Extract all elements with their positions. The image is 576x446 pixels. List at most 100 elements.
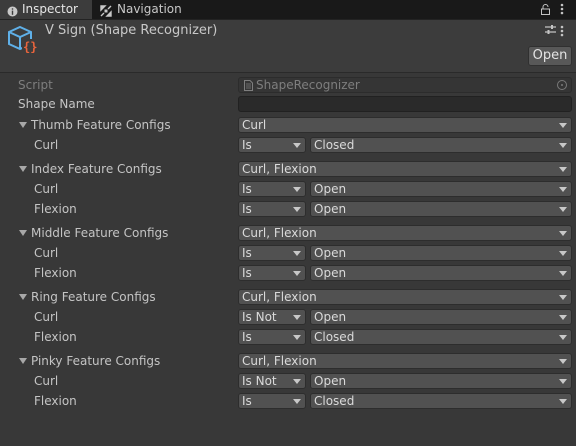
chevron-down-icon (559, 143, 567, 148)
preset-settings-icon[interactable] (545, 24, 556, 38)
foldout-arrow-icon[interactable] (19, 294, 27, 300)
dropdown-value: Curl (242, 118, 267, 132)
thumb-curl-mode-dropdown[interactable]: Is (238, 137, 306, 153)
tab-inspector[interactable]: Inspector (0, 0, 92, 19)
chevron-down-icon (559, 187, 567, 192)
feature-label: Curl (34, 310, 59, 324)
feature-label: Flexion (34, 266, 77, 280)
index-curl-mode-dropdown[interactable]: Is (238, 181, 306, 197)
chevron-down-icon (293, 399, 301, 404)
index-feature-configs-label: Index Feature Configs (31, 162, 162, 176)
chevron-down-icon (293, 271, 301, 276)
chevron-down-icon (559, 295, 567, 300)
script-row: Script ShapeRecognizer (0, 75, 576, 95)
dropdown-value: Closed (314, 394, 355, 408)
ring-flexion-state-dropdown[interactable]: Closed (310, 329, 572, 345)
middle-feature-configs-row[interactable]: Middle Feature Configs Curl, Flexion (0, 223, 576, 243)
index-flexion-mode-dropdown[interactable]: Is (238, 201, 306, 217)
pinky-curl-mode-dropdown[interactable]: Is Not (238, 373, 306, 389)
shape-name-row: Shape Name (0, 94, 576, 114)
dropdown-value: Open (314, 246, 347, 260)
chevron-down-icon (559, 335, 567, 340)
object-title: V Sign (Shape Recognizer) (45, 23, 218, 38)
script-label: Script (18, 78, 53, 92)
dropdown-value: Is Not (242, 374, 277, 388)
dropdown-value: Is (242, 330, 252, 344)
foldout-arrow-icon[interactable] (19, 358, 27, 364)
middle-flexion-mode-dropdown[interactable]: Is (238, 265, 306, 281)
dropdown-value: Open (314, 182, 347, 196)
middle-curl-mode-dropdown[interactable]: Is (238, 245, 306, 261)
thumb-feature-configs-label: Thumb Feature Configs (31, 118, 171, 132)
pinky-flexion-state-dropdown[interactable]: Closed (310, 393, 572, 409)
feature-label: Flexion (34, 202, 77, 216)
dropdown-value: Is Not (242, 310, 277, 324)
lock-icon[interactable] (541, 0, 550, 19)
index-features-mask-dropdown[interactable]: Curl, Flexion (238, 161, 572, 177)
ring-flexion-row: Flexion Is Closed (0, 327, 576, 347)
dropdown-value: Is (242, 202, 252, 216)
dropdown-value: Open (314, 202, 347, 216)
pinky-feature-configs-row[interactable]: Pinky Feature Configs Curl, Flexion (0, 351, 576, 371)
ring-curl-mode-dropdown[interactable]: Is Not (238, 309, 306, 325)
feature-label: Curl (34, 246, 59, 260)
index-feature-configs-row[interactable]: Index Feature Configs Curl, Flexion (0, 159, 576, 179)
middle-flexion-row: Flexion Is Open (0, 263, 576, 283)
script-file-icon (244, 80, 253, 94)
chevron-down-icon (293, 315, 301, 320)
dropdown-value: Curl, Flexion (242, 354, 317, 368)
tab-label: Navigation (117, 2, 182, 16)
dropdown-value: Curl, Flexion (242, 162, 317, 176)
pinky-features-mask-dropdown[interactable]: Curl, Flexion (238, 353, 572, 369)
index-flexion-row: Flexion Is Open (0, 199, 576, 219)
chevron-down-icon (293, 207, 301, 212)
pinky-feature-configs-label: Pinky Feature Configs (31, 354, 161, 368)
dropdown-value: Is (242, 394, 252, 408)
pinky-flexion-mode-dropdown[interactable]: Is (238, 393, 306, 409)
dropdown-value: Is (242, 266, 252, 280)
foldout-arrow-icon[interactable] (19, 166, 27, 172)
script-value: ShapeRecognizer (256, 78, 360, 92)
chevron-down-icon (559, 315, 567, 320)
chevron-down-icon (559, 231, 567, 236)
middle-curl-state-dropdown[interactable]: Open (310, 245, 572, 261)
feature-label: Curl (34, 138, 59, 152)
dropdown-value: Closed (314, 138, 355, 152)
ring-curl-row: Curl Is Not Open (0, 307, 576, 327)
open-button[interactable]: Open (528, 46, 572, 66)
tab-navigation[interactable]: Navigation (93, 0, 193, 19)
chevron-down-icon (559, 399, 567, 404)
index-flexion-state-dropdown[interactable]: Open (310, 201, 572, 217)
ring-curl-state-dropdown[interactable]: Open (310, 309, 572, 325)
thumb-features-mask-dropdown[interactable]: Curl (238, 117, 572, 133)
index-curl-state-dropdown[interactable]: Open (310, 181, 572, 197)
inspector-header: {} V Sign (Shape Recognizer) Open (0, 20, 576, 73)
scriptable-object-icon: {} (7, 25, 39, 58)
more-options-icon[interactable] (560, 0, 564, 19)
ring-feature-configs-row[interactable]: Ring Feature Configs Curl, Flexion (0, 287, 576, 307)
shape-name-label: Shape Name (18, 97, 95, 111)
dropdown-value: Is (242, 182, 252, 196)
dropdown-value: Is (242, 246, 252, 260)
pinky-curl-state-dropdown[interactable]: Open (310, 373, 572, 389)
window-tab-bar: Inspector Navigation (0, 0, 576, 20)
dropdown-value: Curl, Flexion (242, 226, 317, 240)
chevron-down-icon (559, 359, 567, 364)
dropdown-value: Open (314, 374, 347, 388)
middle-curl-row: Curl Is Open (0, 243, 576, 263)
foldout-arrow-icon[interactable] (19, 230, 27, 236)
ring-features-mask-dropdown[interactable]: Curl, Flexion (238, 289, 572, 305)
chevron-down-icon (559, 207, 567, 212)
middle-flexion-state-dropdown[interactable]: Open (310, 265, 572, 281)
context-menu-icon[interactable] (560, 23, 564, 41)
shape-name-input[interactable] (238, 96, 572, 112)
chevron-down-icon (293, 379, 301, 384)
middle-feature-configs-label: Middle Feature Configs (31, 226, 169, 240)
thumb-feature-configs-row[interactable]: Thumb Feature Configs Curl (0, 115, 576, 135)
thumb-curl-state-dropdown[interactable]: Closed (310, 137, 572, 153)
chevron-down-icon (559, 167, 567, 172)
foldout-arrow-icon[interactable] (19, 122, 27, 128)
ring-flexion-mode-dropdown[interactable]: Is (238, 329, 306, 345)
middle-features-mask-dropdown[interactable]: Curl, Flexion (238, 225, 572, 241)
pinky-flexion-row: Flexion Is Closed (0, 391, 576, 411)
